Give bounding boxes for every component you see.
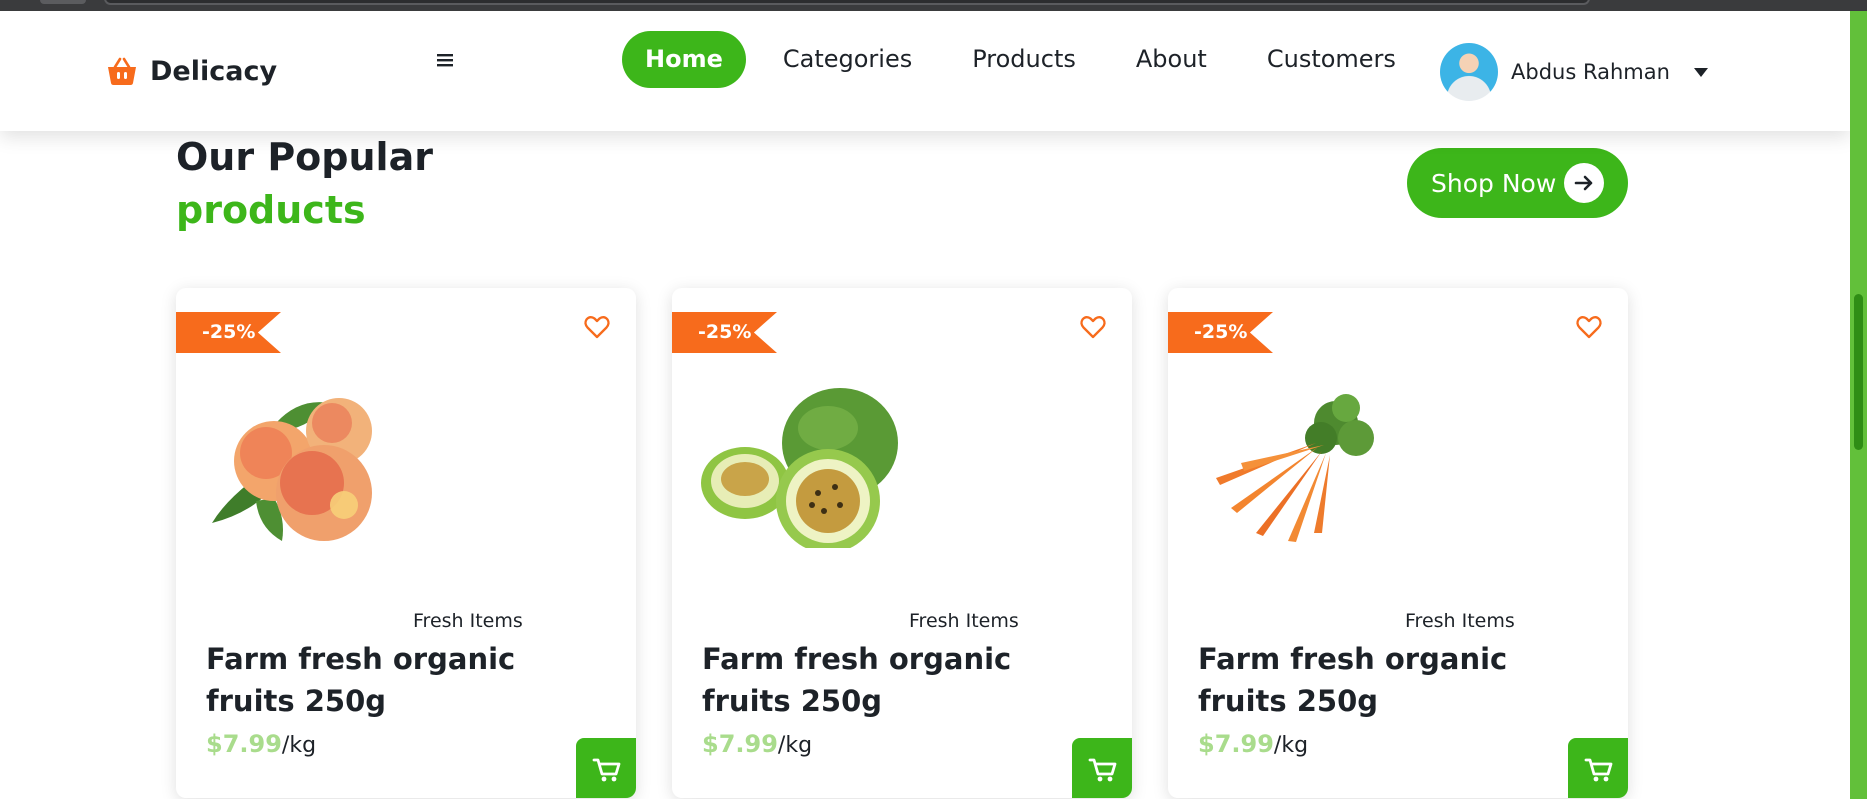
product-category: Fresh Items (909, 610, 1019, 632)
cart-icon (1584, 758, 1613, 782)
product-card[interactable]: -25% Fresh Items Farm fresh organic frui… (1168, 288, 1628, 798)
heart-icon[interactable] (582, 312, 612, 342)
hamburger-icon[interactable] (434, 49, 456, 71)
caret-down-icon (1693, 67, 1708, 77)
logo[interactable]: Delicacy (106, 55, 277, 87)
page: Delicacy Home Categories Products About … (0, 11, 1850, 799)
nav-categories[interactable]: Categories (760, 31, 935, 88)
product-image-peaches (204, 383, 404, 548)
product-card[interactable]: -25% Fresh Items Farm fresh organic frui… (176, 288, 636, 798)
browser-address-bar-edge (104, 0, 1590, 5)
product-image-carrots (1196, 383, 1396, 548)
nav-customers[interactable]: Customers (1244, 31, 1419, 88)
cart-icon (592, 758, 621, 782)
navbar: Delicacy Home Categories Products About … (0, 11, 1850, 131)
nav-products[interactable]: Products (949, 31, 1099, 88)
avatar (1440, 43, 1498, 101)
section-heading: Our Popular products (176, 132, 433, 238)
cart-icon (1088, 758, 1117, 782)
heart-icon[interactable] (1574, 312, 1604, 342)
product-category: Fresh Items (413, 610, 523, 632)
product-title[interactable]: Farm fresh organic fruits 250g (702, 638, 1022, 722)
nav-about[interactable]: About (1113, 31, 1230, 88)
price-amount: $7.99 (1198, 730, 1274, 758)
user-name: Abdus Rahman (1511, 60, 1670, 84)
price-unit: /kg (281, 733, 317, 758)
price-unit: /kg (1273, 733, 1309, 758)
shop-now-label: Shop Now (1431, 168, 1557, 198)
add-to-cart-button[interactable] (576, 738, 636, 798)
nav-home[interactable]: Home (622, 31, 746, 88)
product-price: $7.99/kg (1198, 730, 1308, 758)
basket-icon (108, 57, 136, 85)
price-amount: $7.99 (206, 730, 282, 758)
product-category: Fresh Items (1405, 610, 1515, 632)
add-to-cart-button[interactable] (1568, 738, 1628, 798)
product-image-passion-fruit (700, 383, 900, 548)
browser-tab-edge (40, 0, 86, 4)
user-menu[interactable]: Abdus Rahman (1440, 43, 1708, 101)
heart-icon[interactable] (1078, 312, 1108, 342)
section-title: Our Popular (176, 135, 433, 179)
scrollbar-thumb[interactable] (1854, 294, 1863, 450)
discount-badge: -25% (1168, 312, 1273, 353)
discount-badge: -25% (672, 312, 777, 353)
product-title[interactable]: Farm fresh organic fruits 250g (206, 638, 526, 722)
arrow-right-icon (1564, 163, 1604, 203)
browser-chrome-strip (0, 0, 1867, 11)
product-card[interactable]: -25% Fresh Items Farm fresh organic frui… (672, 288, 1132, 798)
product-title[interactable]: Farm fresh organic fruits 250g (1198, 638, 1518, 722)
price-unit: /kg (777, 733, 813, 758)
page-scrollbar[interactable] (1850, 11, 1867, 799)
brand-name: Delicacy (150, 55, 278, 87)
discount-badge: -25% (176, 312, 281, 353)
price-amount: $7.99 (702, 730, 778, 758)
section-title-highlight: products (176, 188, 366, 232)
add-to-cart-button[interactable] (1072, 738, 1132, 798)
main-nav: Home Categories Products About Customers (622, 31, 1433, 88)
product-price: $7.99/kg (206, 730, 316, 758)
product-price: $7.99/kg (702, 730, 812, 758)
shop-now-button[interactable]: Shop Now (1407, 148, 1628, 218)
